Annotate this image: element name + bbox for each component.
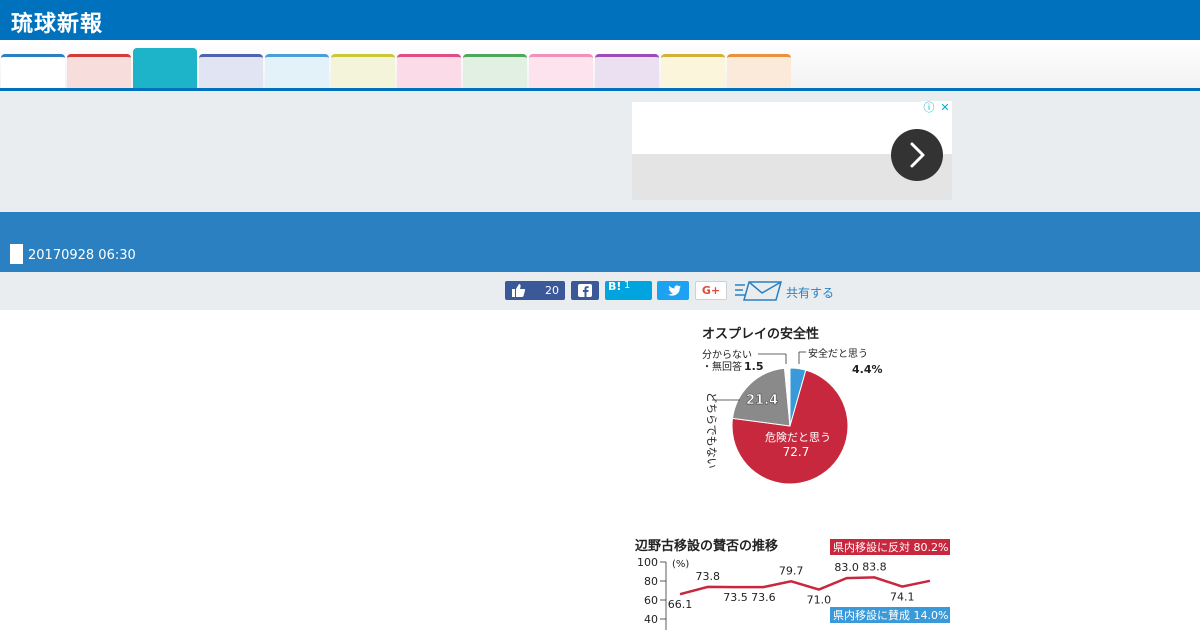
figure2-title: 辺野古移設の賛否の推移: [635, 538, 778, 554]
osprey-safety-pie-chart: オスプレイの安全性 分からない ・無回答 1.5 安全だと思う 4.4% どちら…: [702, 326, 883, 485]
value-safe: 4.4%: [852, 363, 883, 376]
category-marker: [10, 244, 23, 264]
facebook-icon: [578, 284, 592, 297]
google-plus-icon: G+: [701, 284, 721, 297]
thumbs-up-icon: [512, 284, 526, 297]
henoko-opinion-line-chart: 辺野古移設の賛否の推移 県内移設に反対 80.2% 県内移設に賛成 14.0% …: [635, 538, 950, 630]
like-count: 20: [545, 284, 559, 297]
legend-oppose: 県内移設に反対 80.2%: [833, 540, 948, 554]
facebook-share-button[interactable]: [571, 281, 599, 300]
chevron-right-icon: [910, 142, 925, 168]
ad-next-button[interactable]: [891, 129, 943, 181]
data-label: 71.0: [807, 594, 832, 607]
henoko-opinion-figure: 辺野古移設の賛否の推移 県内移設に反対 80.2% 県内移設に賛成 14.0% …: [630, 534, 954, 630]
y-tick-label: 80: [644, 575, 658, 588]
share-bar: [0, 272, 1200, 310]
ad-controls: ⓘ ✕: [921, 101, 952, 116]
ad-zone: [0, 91, 1200, 212]
y-tick-label: 60: [644, 594, 658, 607]
nav-tab-12[interactable]: [727, 54, 791, 88]
data-label: 73.5: [723, 591, 748, 604]
site-logo[interactable]: 琉球新報: [11, 6, 103, 38]
nav-tab-5[interactable]: [265, 54, 329, 88]
value-dontknow: 1.5: [744, 360, 764, 373]
nav-tab-9[interactable]: [529, 54, 593, 88]
nav-tab-1[interactable]: [1, 54, 65, 88]
label-danger: 危険だと思う: [765, 431, 831, 444]
osprey-safety-figure: オスプレイの安全性 分からない ・無回答 1.5 安全だと思う 4.4% どちら…: [698, 320, 888, 488]
nav-tab-3[interactable]: [133, 48, 197, 88]
nav-tab-11[interactable]: [661, 54, 725, 88]
data-label: 66.1: [668, 598, 693, 611]
figure1-title: オスプレイの安全性: [702, 326, 819, 342]
data-label: 83.8: [862, 560, 887, 573]
nav-tab-2[interactable]: [67, 54, 131, 88]
ad-info-icon[interactable]: ⓘ: [922, 101, 936, 115]
site-header: 琉球新報: [0, 0, 1200, 40]
y-unit: (%): [672, 559, 689, 570]
nav-tab-8[interactable]: [463, 54, 527, 88]
share-label: 共有する: [786, 286, 835, 300]
data-label: 83.0: [834, 561, 859, 574]
data-label: 73.6: [751, 591, 776, 604]
article-meta-band: [0, 212, 1200, 272]
y-tick-label: 40: [644, 613, 658, 626]
value-danger: 72.7: [783, 445, 810, 459]
label-dontknow-line2: ・無回答: [702, 360, 742, 373]
nav-tab-7[interactable]: [397, 54, 461, 88]
twitter-icon: [666, 285, 681, 296]
data-label: 79.7: [779, 564, 804, 577]
legend-support: 県内移設に賛成 14.0%: [833, 608, 948, 622]
mail-icon: [735, 281, 782, 301]
y-tick-label: 100: [637, 556, 658, 569]
label-neither: どちらでもない: [705, 392, 718, 469]
google-plus-button[interactable]: G+: [695, 281, 727, 300]
data-label: 74.1: [890, 591, 915, 604]
facebook-like-button[interactable]: 20: [505, 281, 565, 300]
share-more-button[interactable]: 共有する: [733, 279, 843, 303]
hatena-count: 1: [624, 280, 631, 291]
hatena-icon: B!: [608, 280, 622, 293]
article-datetime: 20170928 06:30: [28, 248, 136, 263]
twitter-button[interactable]: [657, 281, 689, 300]
data-label: 73.8: [696, 570, 721, 583]
label-safe: 安全だと思う: [808, 347, 868, 360]
hatena-bookmark-button[interactable]: B! 1: [605, 280, 652, 300]
nav-tab-10[interactable]: [595, 54, 659, 88]
nav-tab-4[interactable]: [199, 54, 263, 88]
value-neither: 21.4: [746, 393, 778, 408]
ad-close-icon[interactable]: ✕: [938, 101, 952, 115]
nav-tab-6[interactable]: [331, 54, 395, 88]
